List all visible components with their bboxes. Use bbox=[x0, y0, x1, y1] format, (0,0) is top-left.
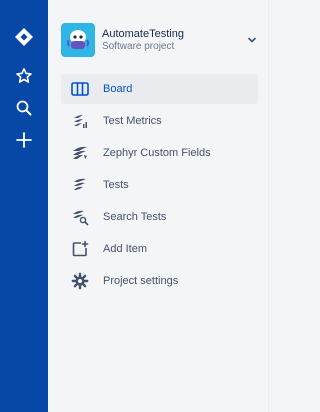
menu-item-zephyr-custom-fields[interactable]: Zephyr Custom Fields bbox=[61, 138, 258, 168]
tests-icon bbox=[71, 176, 89, 194]
menu-item-add-item[interactable]: Add Item bbox=[61, 234, 258, 264]
menu-label-tests: Tests bbox=[103, 179, 129, 191]
menu-label-search-tests: Search Tests bbox=[103, 211, 167, 223]
jira-logo-icon[interactable] bbox=[8, 21, 40, 53]
gear-icon bbox=[71, 272, 89, 290]
search-icon[interactable] bbox=[8, 92, 40, 124]
plus-icon[interactable] bbox=[8, 124, 40, 156]
menu-label-project-settings: Project settings bbox=[103, 275, 179, 287]
project-avatar-icon bbox=[61, 23, 95, 57]
add-item-icon bbox=[71, 240, 89, 258]
test-metrics-icon bbox=[71, 112, 89, 130]
project-name: AutomateTesting bbox=[102, 27, 184, 40]
menu-item-search-tests[interactable]: Search Tests bbox=[61, 202, 258, 232]
project-sidebar: AutomateTesting Software project Board T… bbox=[48, 0, 269, 412]
menu-label-zephyr-custom-fields: Zephyr Custom Fields bbox=[103, 147, 211, 159]
star-icon[interactable] bbox=[8, 60, 40, 92]
board-icon bbox=[71, 80, 89, 98]
menu-label-board: Board bbox=[103, 83, 133, 95]
zephyr-icon bbox=[71, 144, 89, 162]
project-menu: Board Test Metrics Zephyr Custom Fields … bbox=[61, 74, 258, 298]
project-type: Software project bbox=[102, 40, 175, 52]
search-tests-icon bbox=[71, 208, 89, 226]
menu-item-tests[interactable]: Tests bbox=[61, 170, 258, 200]
chevron-down-icon[interactable] bbox=[245, 33, 259, 47]
project-header[interactable]: AutomateTesting Software project bbox=[61, 21, 261, 59]
menu-label-add-item: Add Item bbox=[103, 243, 148, 255]
menu-label-test-metrics: Test Metrics bbox=[103, 115, 162, 127]
global-nav bbox=[0, 0, 48, 412]
menu-item-board[interactable]: Board bbox=[61, 74, 258, 104]
menu-item-test-metrics[interactable]: Test Metrics bbox=[61, 106, 258, 136]
menu-item-project-settings[interactable]: Project settings bbox=[61, 266, 258, 296]
